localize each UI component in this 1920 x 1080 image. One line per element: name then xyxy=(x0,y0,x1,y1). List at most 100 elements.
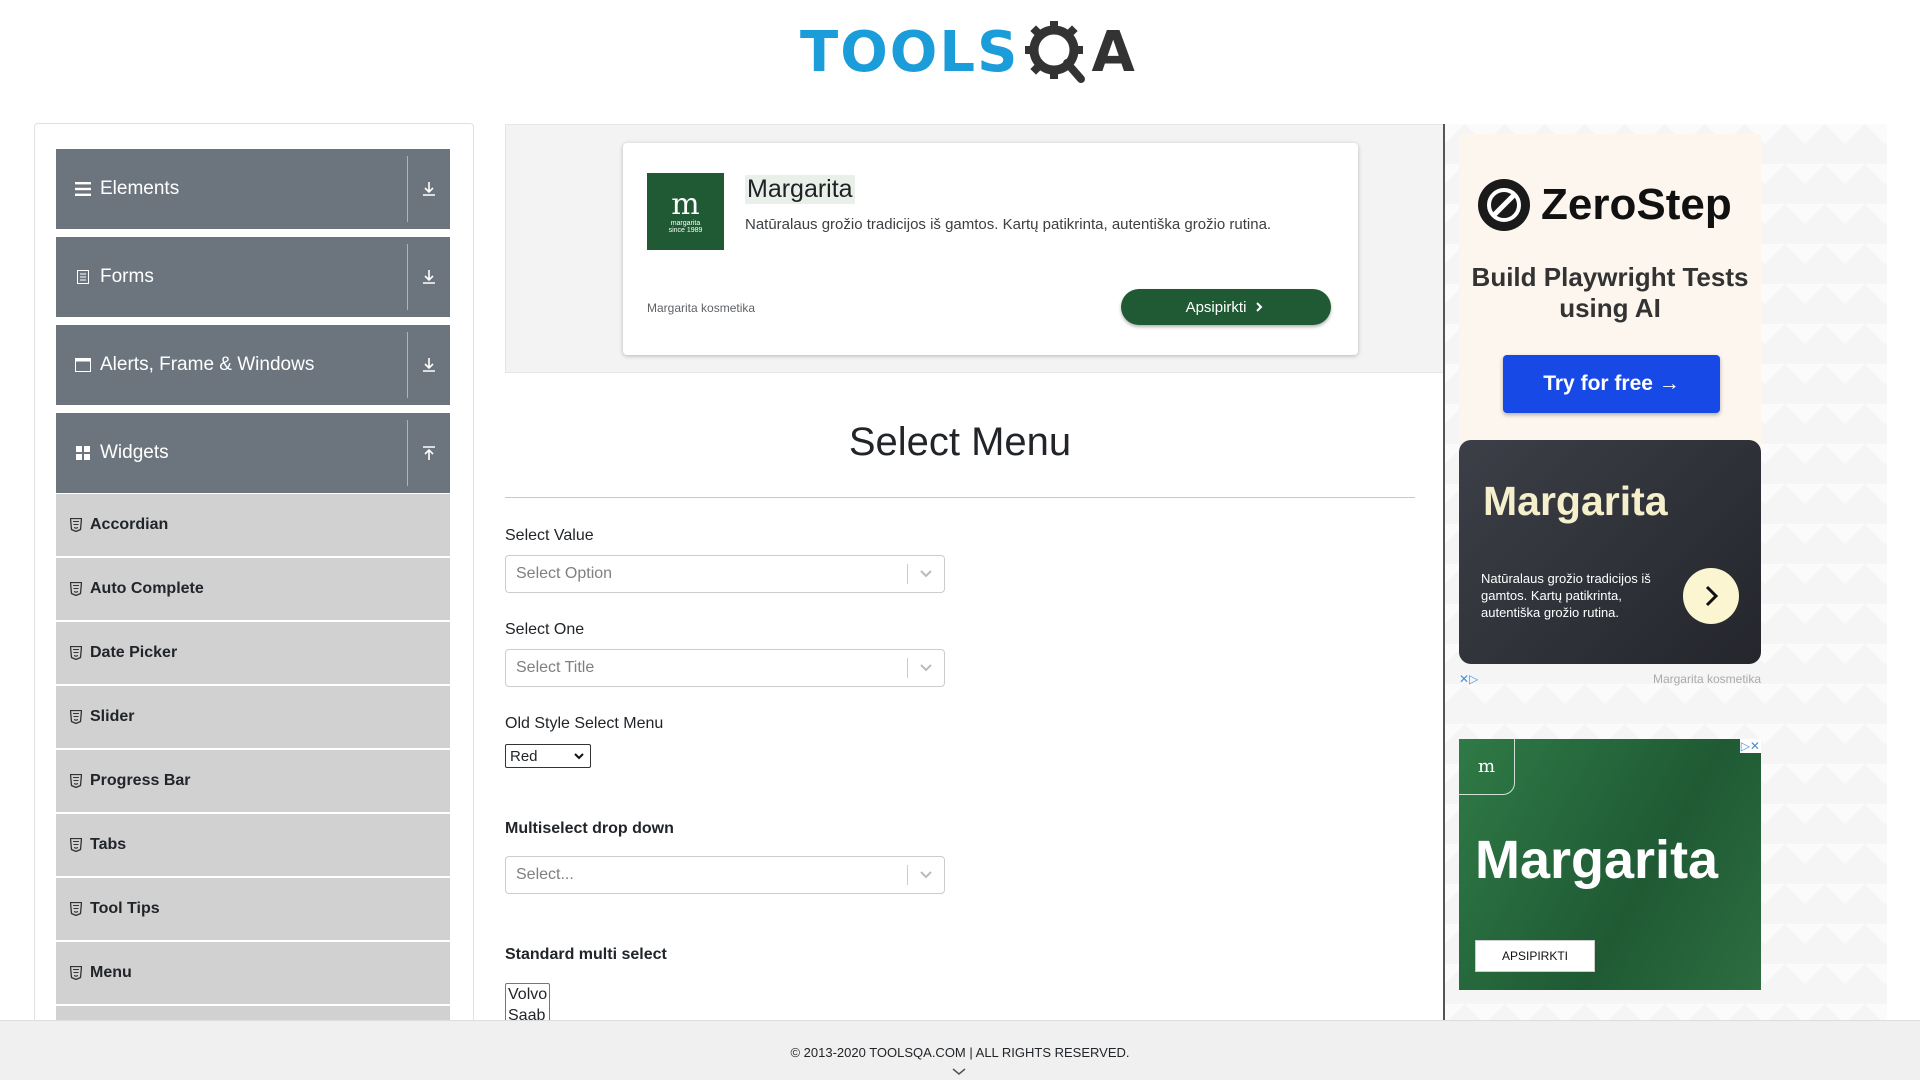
menu-item-tabs[interactable]: Tabs xyxy=(56,814,450,876)
widgets-menu-list: Accordian Auto Complete Date Picker Slid… xyxy=(56,494,450,1022)
menu-item-label: Slider xyxy=(90,708,135,725)
menu-item-label: Tabs xyxy=(90,836,127,853)
grid-icon xyxy=(72,442,94,464)
margarita-ad-title: Margarita xyxy=(1483,478,1668,524)
left-panel: Elements Forms Alerts, Frame & Windows W… xyxy=(34,123,474,1023)
adchoices-icon[interactable]: ✕▷ xyxy=(1459,672,1478,686)
select-value-label: Select Value xyxy=(505,527,594,544)
menu-item-date-picker[interactable]: Date Picker xyxy=(56,622,450,684)
old-style-select[interactable]: Red xyxy=(505,744,591,768)
zerostep-ad[interactable]: ZeroStep Build Playwright Tests using AI… xyxy=(1459,134,1761,446)
ad-description: Natūralaus grožio tradicijos iš gamtos. … xyxy=(745,216,1272,233)
group-widgets[interactable]: Widgets xyxy=(56,413,450,493)
menu-item-auto-complete[interactable]: Auto Complete xyxy=(56,558,450,620)
menu-item-slider[interactable]: Slider xyxy=(56,686,450,748)
upload-arrow-icon[interactable] xyxy=(408,445,450,461)
toolsqa-logo[interactable]: TOOLS A xyxy=(800,14,1135,90)
html5-icon xyxy=(70,838,82,852)
margarita-shop-button[interactable]: APSIPIRKTI xyxy=(1475,940,1595,972)
multiselect-label: Multiselect drop down xyxy=(505,820,674,837)
try-for-free-button[interactable]: Try for free → xyxy=(1503,355,1720,413)
copyright-text: © 2013-2020 TOOLSQA.COM | ALL RIGHTS RES… xyxy=(790,1045,1130,1060)
group-label: Widgets xyxy=(100,442,169,463)
chevron-down-icon[interactable] xyxy=(908,663,944,673)
select-one-label: Select One xyxy=(505,621,585,638)
ad-brand: Margarita kosmetika xyxy=(647,301,756,315)
menu-item-label: Progress Bar xyxy=(90,772,191,789)
chevron-down-icon[interactable] xyxy=(908,569,944,579)
html5-icon xyxy=(70,582,82,596)
multiselect-placeholder: Select... xyxy=(516,866,574,883)
multi-option[interactable]: Volvo xyxy=(508,984,549,1005)
logo-monogram: m xyxy=(671,186,700,222)
select-one-dropdown[interactable]: Select Title xyxy=(505,649,945,687)
menu-item-accordian[interactable]: Accordian xyxy=(56,494,450,556)
logo-subtext: since 1989 xyxy=(668,226,703,234)
menu-item-tool-tips[interactable]: Tool Tips xyxy=(56,878,450,940)
old-style-selected-value: Red xyxy=(510,747,538,765)
menu-item-progress-bar[interactable]: Progress Bar xyxy=(56,750,450,812)
chevron-right-icon xyxy=(1256,302,1263,312)
select-value-dropdown[interactable]: Select Option xyxy=(505,555,945,593)
chevron-down-icon[interactable] xyxy=(950,1067,968,1077)
window-icon xyxy=(72,354,94,376)
document-icon xyxy=(72,266,94,288)
menu-item-label: Menu xyxy=(90,964,132,981)
ad-card[interactable]: m margarita since 1989 Margarita Natūral… xyxy=(623,143,1358,355)
zerostep-name: ZeroStep xyxy=(1541,180,1732,229)
logo-qa: A xyxy=(1021,17,1135,87)
html5-icon xyxy=(70,646,82,660)
logo-a-text: A xyxy=(1091,19,1135,85)
menu-item-label: Accordian xyxy=(90,516,169,533)
download-arrow-icon[interactable] xyxy=(408,269,450,285)
ad-button-label: Apsipirkti xyxy=(1185,298,1247,316)
group-label: Elements xyxy=(100,178,180,199)
title-divider xyxy=(505,497,1415,498)
margarita-logo: m margarita since 1989 xyxy=(647,173,724,250)
group-elements[interactable]: Elements xyxy=(56,149,450,229)
logo-tools-text: TOOLS xyxy=(800,19,1020,85)
html5-icon xyxy=(70,902,82,916)
footer: © 2013-2020 TOOLSQA.COM | ALL RIGHTS RES… xyxy=(0,1020,1920,1080)
page-title: Select Menu xyxy=(848,420,1072,464)
select-value-placeholder: Select Option xyxy=(516,565,613,582)
margarita-green-ad[interactable]: m ▷✕ Margarita APSIPIRKTI xyxy=(1459,739,1761,990)
download-arrow-icon[interactable] xyxy=(408,181,450,197)
adchoices-icon[interactable]: ▷✕ xyxy=(1739,739,1761,753)
menu-item-label: Auto Complete xyxy=(90,580,204,597)
margarita-ad-description: Natūralaus grožio tradicijos iš gamtos. … xyxy=(1481,571,1651,620)
menu-item-menu[interactable]: Menu xyxy=(56,942,450,1004)
download-arrow-icon[interactable] xyxy=(408,357,450,373)
html5-icon xyxy=(70,710,82,724)
gear-magnifier-icon xyxy=(1025,21,1086,83)
menu-item-label: Tool Tips xyxy=(90,900,160,917)
zerostep-brand: ZeroStep xyxy=(1477,178,1732,232)
page: TOOLS A Elements Forms Alerts, Frame & W… xyxy=(0,0,1920,1080)
margarita-dark-ad[interactable]: Margarita Natūralaus grožio tradicijos i… xyxy=(1459,440,1761,664)
zerostep-logo-icon xyxy=(1478,179,1530,231)
group-label: Alerts, Frame & Windows xyxy=(100,354,315,375)
menu-item-label: Date Picker xyxy=(90,644,178,661)
margarita-logo: m xyxy=(1459,739,1515,795)
select-one-placeholder: Select Title xyxy=(516,659,595,676)
right-ad-column: ZeroStep Build Playwright Tests using AI… xyxy=(1443,124,1887,1024)
group-label: Forms xyxy=(100,266,154,287)
ad-shop-button[interactable]: Apsipirkti xyxy=(1121,289,1331,325)
standard-multi-select[interactable]: Volvo Saab xyxy=(505,983,550,1023)
margarita-banner-title: Margarita xyxy=(1475,830,1719,890)
multiselect-dropdown[interactable]: Select... xyxy=(505,856,945,894)
chevron-right-icon[interactable] xyxy=(1683,568,1739,624)
chevron-down-icon[interactable] xyxy=(908,870,944,880)
html5-icon xyxy=(70,966,82,980)
chevron-down-icon xyxy=(574,753,584,760)
ad-brand: Margarita kosmetika xyxy=(1652,672,1761,686)
group-forms[interactable]: Forms xyxy=(56,237,450,317)
html5-icon xyxy=(70,518,82,532)
ad-title[interactable]: Margarita xyxy=(745,175,855,204)
group-alerts-frame-windows[interactable]: Alerts, Frame & Windows xyxy=(56,325,450,405)
zerostep-tagline: Build Playwright Tests using AI xyxy=(1471,262,1749,323)
ad-footer: ✕▷ Margarita kosmetika xyxy=(1459,672,1761,686)
logo-text: margarita xyxy=(670,219,701,227)
top-ad-banner: m margarita since 1989 Margarita Natūral… xyxy=(505,124,1445,373)
standard-multi-select-label: Standard multi select xyxy=(505,946,667,963)
